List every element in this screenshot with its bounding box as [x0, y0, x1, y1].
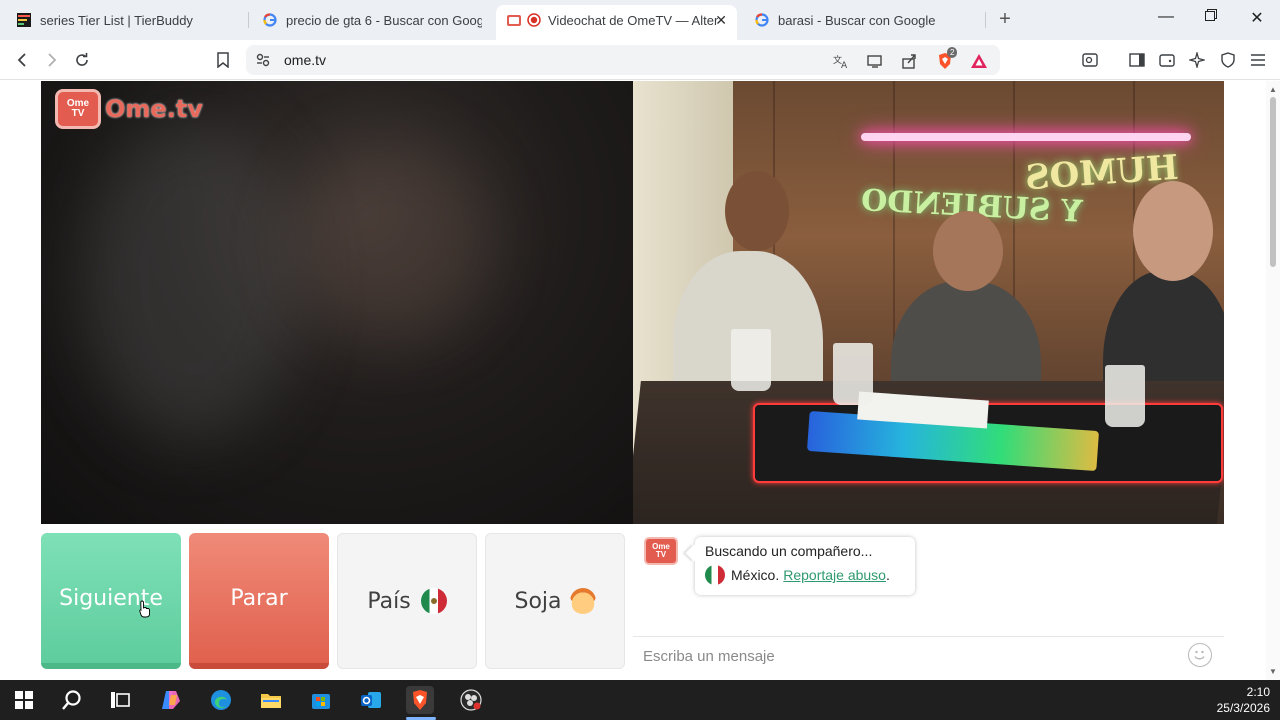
microsoft-store-icon[interactable] — [307, 686, 335, 714]
hand-cursor-icon — [139, 600, 150, 618]
leo-ai-icon[interactable] — [1186, 49, 1208, 71]
chat-panel: Ome TV Buscando un compañero... México. … — [633, 524, 1224, 674]
scroll-thumb[interactable] — [1270, 97, 1276, 267]
site-settings-icon[interactable] — [255, 52, 271, 68]
chat-message-bubble: Buscando un compañero... México. Reporta… — [695, 537, 915, 595]
tab-title: barasi - Buscar con Google — [778, 12, 936, 28]
sidebar-icon[interactable] — [1126, 49, 1148, 71]
svg-text:A: A — [841, 61, 848, 69]
cup — [731, 329, 771, 391]
reader-mode-icon[interactable] — [1079, 49, 1101, 71]
remote-video: HUMOS Y SUBIENDO — [633, 81, 1224, 524]
page-content: Ome TV Ome.tv HUMOS Y SUBIENDO Siguiente… — [0, 81, 1280, 680]
page-scrollbar[interactable]: ▲ ▼ — [1266, 81, 1280, 680]
stop-button[interactable]: Parar — [189, 533, 329, 669]
chat-status-text: Buscando un compañero... — [705, 543, 873, 559]
tierbuddy-icon — [16, 12, 32, 28]
person-head — [1133, 181, 1213, 281]
tab-strip: series Tier List | TierBuddy precio de g… — [0, 0, 1280, 40]
chat-country-line: México. Reportaje abuso . — [705, 565, 905, 585]
tab-title: Videochat de OmeTV — Alter — [548, 12, 718, 28]
message-input-area — [633, 636, 1224, 674]
chat-country-text: México. — [731, 567, 780, 583]
close-window-icon[interactable]: ✕ — [1246, 8, 1268, 28]
close-tab-icon[interactable]: ✕ — [715, 12, 727, 29]
outlook-icon[interactable] — [357, 686, 385, 714]
report-suffix: . — [885, 567, 890, 583]
scroll-down-icon[interactable]: ▼ — [1269, 667, 1277, 676]
new-tab-icon[interactable]: + — [994, 8, 1016, 31]
windows-taskbar: 2:10 25/3/2026 — [0, 680, 1280, 720]
clock-time: 2:10 — [1246, 685, 1270, 699]
mexico-flag-icon — [705, 565, 725, 585]
translate-icon[interactable]: 文A — [832, 52, 850, 70]
google-icon — [754, 12, 770, 28]
person-head — [933, 211, 1003, 291]
cup — [833, 343, 873, 405]
emoji-icon[interactable] — [1188, 643, 1212, 667]
file-explorer-icon[interactable] — [257, 686, 285, 714]
copilot-icon[interactable] — [157, 686, 185, 714]
ometv-chat-logo-icon: Ome TV — [644, 537, 678, 565]
brave-rewards-icon[interactable] — [970, 52, 988, 70]
video-blur — [81, 121, 301, 441]
cast-icon[interactable] — [866, 52, 884, 70]
gender-button-label: Soja — [514, 588, 562, 614]
stop-button-label: Parar — [230, 585, 288, 611]
tab-tierbuddy[interactable]: series Tier List | TierBuddy — [6, 5, 246, 35]
boy-face-icon — [569, 588, 596, 614]
video-blur — [291, 141, 491, 341]
task-view-icon[interactable] — [106, 686, 134, 714]
ometv-logo[interactable]: Ome TV Ome.tv — [55, 89, 203, 129]
tab-barasi-search[interactable]: barasi - Buscar con Google — [744, 5, 984, 35]
local-video: Ome TV Ome.tv — [41, 81, 633, 524]
next-button[interactable]: Siguiente — [41, 533, 181, 669]
reload-icon[interactable] — [71, 49, 93, 71]
minimize-icon[interactable]: — — [1155, 8, 1177, 26]
clock-date: 25/3/2026 — [1216, 701, 1270, 715]
restore-icon[interactable] — [1200, 8, 1222, 26]
bookmark-icon[interactable] — [212, 49, 234, 71]
vpn-icon[interactable] — [1217, 49, 1239, 71]
share-icon[interactable] — [900, 52, 918, 70]
tab-ometv[interactable]: Videochat de OmeTV — Alter ✕ — [496, 5, 737, 40]
tab-title: precio de gta 6 - Buscar con Google — [286, 12, 482, 28]
cup — [1105, 365, 1145, 427]
menu-icon[interactable] — [1247, 49, 1269, 71]
ometv-logo-text: Ome.tv — [105, 95, 203, 123]
tab-gta-search[interactable]: precio de gta 6 - Buscar con Google — [252, 5, 492, 35]
gender-button[interactable]: Soja — [485, 533, 625, 669]
ometv-logo-icon: Ome TV — [55, 89, 101, 129]
back-icon[interactable] — [11, 49, 33, 71]
scroll-up-icon[interactable]: ▲ — [1269, 85, 1277, 94]
forward-icon[interactable] — [41, 49, 63, 71]
brave-shields-icon[interactable]: 2 — [936, 47, 958, 70]
system-clock[interactable]: 2:10 25/3/2026 — [1217, 684, 1270, 716]
mexico-flag-icon — [420, 588, 447, 614]
google-icon — [262, 12, 278, 28]
recording-icon — [526, 12, 542, 28]
wallet-icon[interactable] — [1156, 49, 1178, 71]
url-text[interactable]: ome.tv — [284, 52, 326, 68]
ometv-icon — [506, 12, 522, 28]
report-abuse-link[interactable]: Reportaje abuso — [783, 567, 886, 583]
search-icon[interactable] — [58, 686, 86, 714]
edge-icon[interactable] — [207, 686, 235, 714]
tab-separator — [248, 12, 249, 28]
person-head — [725, 171, 789, 251]
brave-browser-icon[interactable] — [406, 686, 434, 714]
neon-light — [861, 133, 1191, 141]
shields-badge: 2 — [947, 47, 958, 58]
country-button[interactable]: País — [337, 533, 477, 669]
message-input[interactable] — [643, 645, 1163, 667]
country-button-label: País — [367, 588, 411, 614]
tab-separator — [985, 12, 986, 28]
tab-title: series Tier List | TierBuddy — [40, 12, 193, 28]
browser-toolbar: ome.tv 文A 2 — [0, 40, 1280, 80]
address-bar[interactable]: ome.tv 文A 2 — [246, 45, 1000, 75]
windows-start-icon[interactable] — [10, 686, 38, 714]
obs-icon[interactable] — [457, 686, 485, 714]
